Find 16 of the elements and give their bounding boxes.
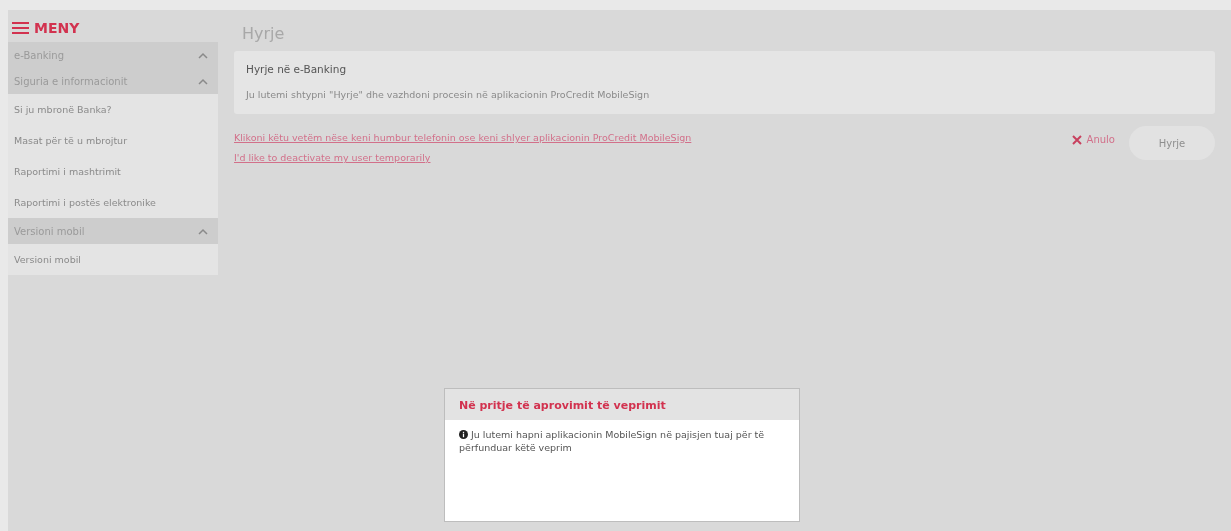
cancel-button[interactable]: Anulo <box>1071 126 1115 153</box>
dialog-message: Ju lutemi hapni aplikacionin MobileSign në pajisjen tuaj për të përfunduar këtë veprim <box>459 429 765 454</box>
sidebar-item[interactable]: Raportimi i postës elektronike <box>8 187 218 218</box>
dialog-title: Në pritje të aprovimit të veprimit <box>445 389 799 420</box>
sidebar-item[interactable]: Si ju mbronë Banka? <box>8 94 218 125</box>
link[interactable]: Klikoni këtu vetëm nëse keni humbur telefonin ose keni shlyer aplikacionin ProCredit MobileSign <box>234 132 692 143</box>
link[interactable]: I'd like to deactivate my user temporarily <box>234 152 692 163</box>
menu-button[interactable]: MENY <box>8 10 84 42</box>
close-icon <box>1071 134 1082 145</box>
sidebar-item[interactable]: Versioni mobil <box>8 244 218 275</box>
sidebar-item[interactable]: Masat për të u mbrojtur <box>8 125 218 156</box>
card-text: Ju lutemi shtypni "Hyrje" dhe vazhdoni procesin në aplikacionin ProCredit MobileSign <box>246 89 651 100</box>
menu-icon <box>12 22 29 34</box>
card-title: Hyrje në e-Banking <box>246 63 348 75</box>
sidebar-item[interactable]: Raportimi i mashtrimit <box>8 156 218 187</box>
info-icon <box>459 430 468 439</box>
